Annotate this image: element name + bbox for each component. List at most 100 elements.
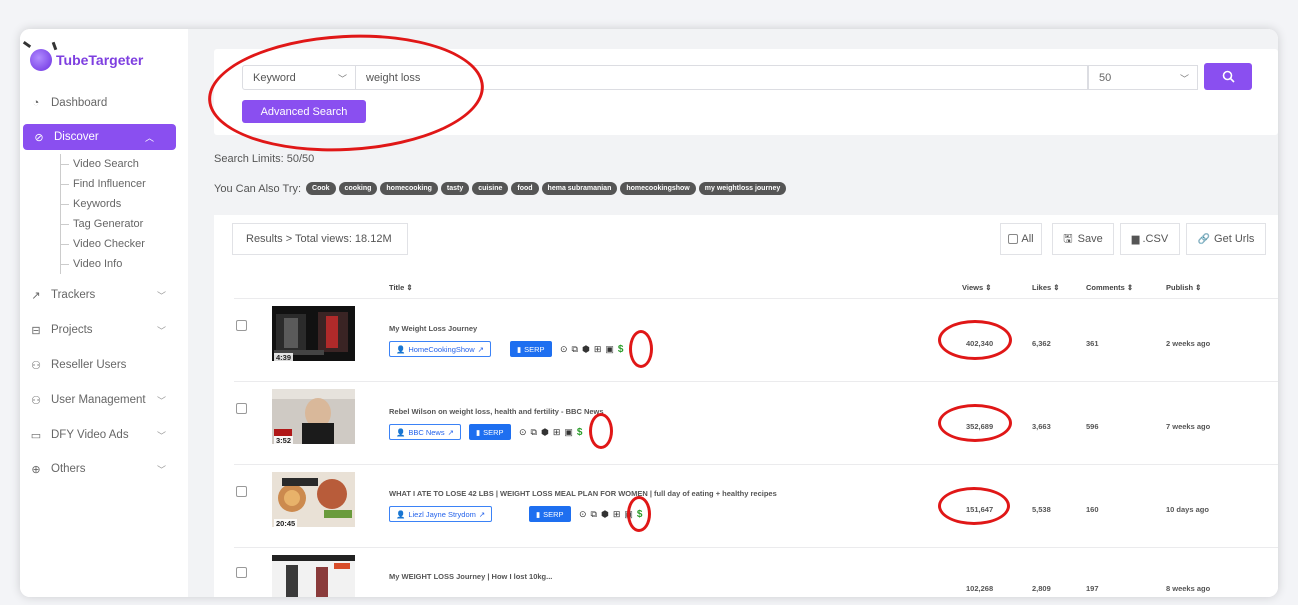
serp-button[interactable]: ▮ SERP [529, 506, 571, 522]
tag-icon[interactable]: ⬢ [541, 427, 549, 438]
likes-value: 6,362 [1032, 339, 1051, 348]
select-all-toggle[interactable]: All [1000, 223, 1042, 255]
col-header-likes[interactable]: Likes ⇕ [1032, 283, 1060, 292]
col-header-views[interactable]: Views ⇕ [962, 283, 992, 292]
video-thumbnail[interactable]: 3:52 [272, 389, 355, 444]
sidebar-item-label: User Management [51, 394, 146, 406]
likes-value: 3,663 [1032, 422, 1051, 431]
sidebar-item-dfy-video-ads[interactable]: ▭ DFY Video Ads ﹀ [20, 422, 188, 448]
suggestion-chip[interactable]: cooking [338, 182, 378, 195]
channel-button[interactable]: 👤 BBC News ↗ [389, 424, 461, 440]
discover-submenu: Video Search Find Influencer Keywords Ta… [60, 154, 180, 274]
play-icon[interactable]: ⊙ [579, 509, 587, 520]
get-urls-label: Get Urls [1214, 233, 1255, 245]
annotation-circle-views [938, 320, 1012, 360]
save-button[interactable]: 🖫 Save [1052, 223, 1114, 255]
sidebar-item-dashboard[interactable]: ◔ Dashboard [20, 90, 188, 116]
submenu-video-search[interactable]: Video Search [61, 154, 180, 174]
save-label: Save [1077, 233, 1103, 245]
row-checkbox[interactable] [236, 567, 247, 578]
suggestion-chip[interactable]: my weightloss journey [698, 182, 787, 195]
video-title[interactable]: My WEIGHT LOSS Journey | How I lost 10kg… [389, 572, 552, 581]
publish-value: 7 weeks ago [1166, 422, 1211, 431]
serp-label: SERP [524, 344, 545, 354]
video-thumbnail[interactable]: 4:39 [272, 306, 355, 361]
chevron-up-icon: ︿ [144, 132, 154, 143]
csv-button[interactable]: ▆ .CSV [1120, 223, 1180, 255]
annotation-circle-views [938, 487, 1010, 525]
suggestion-chip[interactable]: cuisine [472, 182, 509, 195]
user-icon: 👤 [396, 509, 406, 519]
suggestion-chip[interactable]: homecookingshow [620, 182, 696, 195]
get-urls-button[interactable]: 🔗 Get Urls [1186, 223, 1266, 255]
sidebar-item-others[interactable]: ⊕ Others ﹀ [20, 456, 188, 482]
play-icon[interactable]: ⊙ [519, 427, 527, 438]
video-title[interactable]: My Weight Loss Journey [389, 324, 477, 333]
video-thumbnail[interactable] [272, 555, 355, 597]
col-header-title[interactable]: Title ⇕ [389, 283, 413, 292]
row-checkbox[interactable] [236, 320, 247, 331]
search-limits: Search Limits: 50/50 [214, 153, 315, 165]
views-value: 102,268 [966, 584, 994, 593]
publish-value: 2 weeks ago [1166, 339, 1211, 348]
submenu-find-influencer[interactable]: Find Influencer [61, 174, 180, 194]
suggestion-chip[interactable]: tasty [440, 182, 470, 195]
serp-button[interactable]: ▮ SERP [510, 341, 552, 357]
suggestions-bar: You Can Also Try: Cook cooking homecooki… [214, 182, 787, 195]
dashboard-icon: ◔ [32, 97, 40, 109]
submenu-video-checker[interactable]: Video Checker [61, 234, 180, 254]
row-checkbox[interactable] [236, 486, 247, 497]
suggestion-chip[interactable]: Cook [306, 182, 336, 195]
sidebar-item-user-management[interactable]: ⚇ User Management ﹀ [20, 387, 188, 413]
results-count-select[interactable]: 50 ﹀ [1088, 65, 1198, 90]
col-header-publish[interactable]: Publish ⇕ [1166, 283, 1201, 292]
camera-icon[interactable]: ▣ [564, 427, 573, 438]
copy-icon[interactable]: ⧉ [572, 344, 578, 355]
add-icon[interactable]: ⊞ [594, 344, 602, 355]
submenu-tag-generator[interactable]: Tag Generator [61, 214, 180, 234]
sidebar: TubeTargeter ◔ Dashboard ⊘ Discover ︿ Vi… [20, 29, 188, 597]
search-button[interactable] [1204, 63, 1252, 90]
serp-button[interactable]: ▮ SERP [469, 424, 511, 440]
annotation-circle-dollar [589, 413, 613, 449]
play-icon[interactable]: ⊙ [560, 344, 568, 355]
tag-icon[interactable]: ⬢ [582, 344, 590, 355]
row-divider [234, 381, 1278, 382]
channel-button[interactable]: 👤 HomeCookingShow ↗ [389, 341, 491, 357]
dollar-icon[interactable]: $ [577, 427, 583, 438]
sidebar-item-reseller-users[interactable]: ⚇ Reseller Users [20, 352, 188, 378]
row-checkbox[interactable] [236, 403, 247, 414]
video-thumbnail[interactable]: 20:45 [272, 472, 355, 527]
copy-icon[interactable]: ⧉ [531, 427, 537, 438]
channel-button[interactable]: 👤 Liezl Jayne Strydom ↗ [389, 506, 493, 522]
chevron-down-icon: ﹀ [156, 290, 166, 301]
tag-icon[interactable]: ⬢ [601, 509, 609, 520]
col-header-comments[interactable]: Comments ⇕ [1086, 283, 1133, 292]
add-icon[interactable]: ⊞ [553, 427, 561, 438]
suggestion-chip[interactable]: homecooking [380, 182, 438, 195]
sidebar-item-discover[interactable]: ⊘ Discover ︿ [23, 124, 176, 150]
sidebar-item-projects[interactable]: ⊟ Projects ﹀ [20, 317, 188, 343]
channel-name: BBC News [408, 427, 445, 437]
suggestion-chip[interactable]: food [511, 182, 539, 195]
link-icon: 🔗 [1197, 233, 1211, 245]
camera-icon[interactable]: ▣ [605, 344, 614, 355]
sidebar-item-trackers[interactable]: ↗ Trackers ﹀ [20, 282, 188, 308]
suggestions-label: You Can Also Try: [214, 182, 302, 195]
row-divider [234, 547, 1278, 548]
video-title[interactable]: Rebel Wilson on weight loss, health and … [389, 407, 604, 416]
logo[interactable]: TubeTargeter [30, 45, 143, 75]
add-icon[interactable]: ⊞ [613, 509, 621, 520]
video-title[interactable]: WHAT I ATE TO LOSE 42 LBS | WEIGHT LOSS … [389, 489, 777, 498]
comments-value: 361 [1086, 339, 1099, 348]
sidebar-item-label: Trackers [51, 289, 96, 301]
submenu-video-info[interactable]: Video Info [61, 254, 180, 274]
submenu-keywords[interactable]: Keywords [61, 194, 180, 214]
logo-icon [30, 49, 52, 71]
copy-icon[interactable]: ⧉ [591, 509, 597, 520]
dollar-icon[interactable]: $ [618, 344, 624, 355]
suggestion-chip[interactable]: hema subramanian [541, 182, 618, 195]
external-link-icon: ↗ [447, 427, 454, 437]
serp-label: SERP [483, 427, 504, 437]
user-icon: ⚇ [31, 394, 41, 407]
